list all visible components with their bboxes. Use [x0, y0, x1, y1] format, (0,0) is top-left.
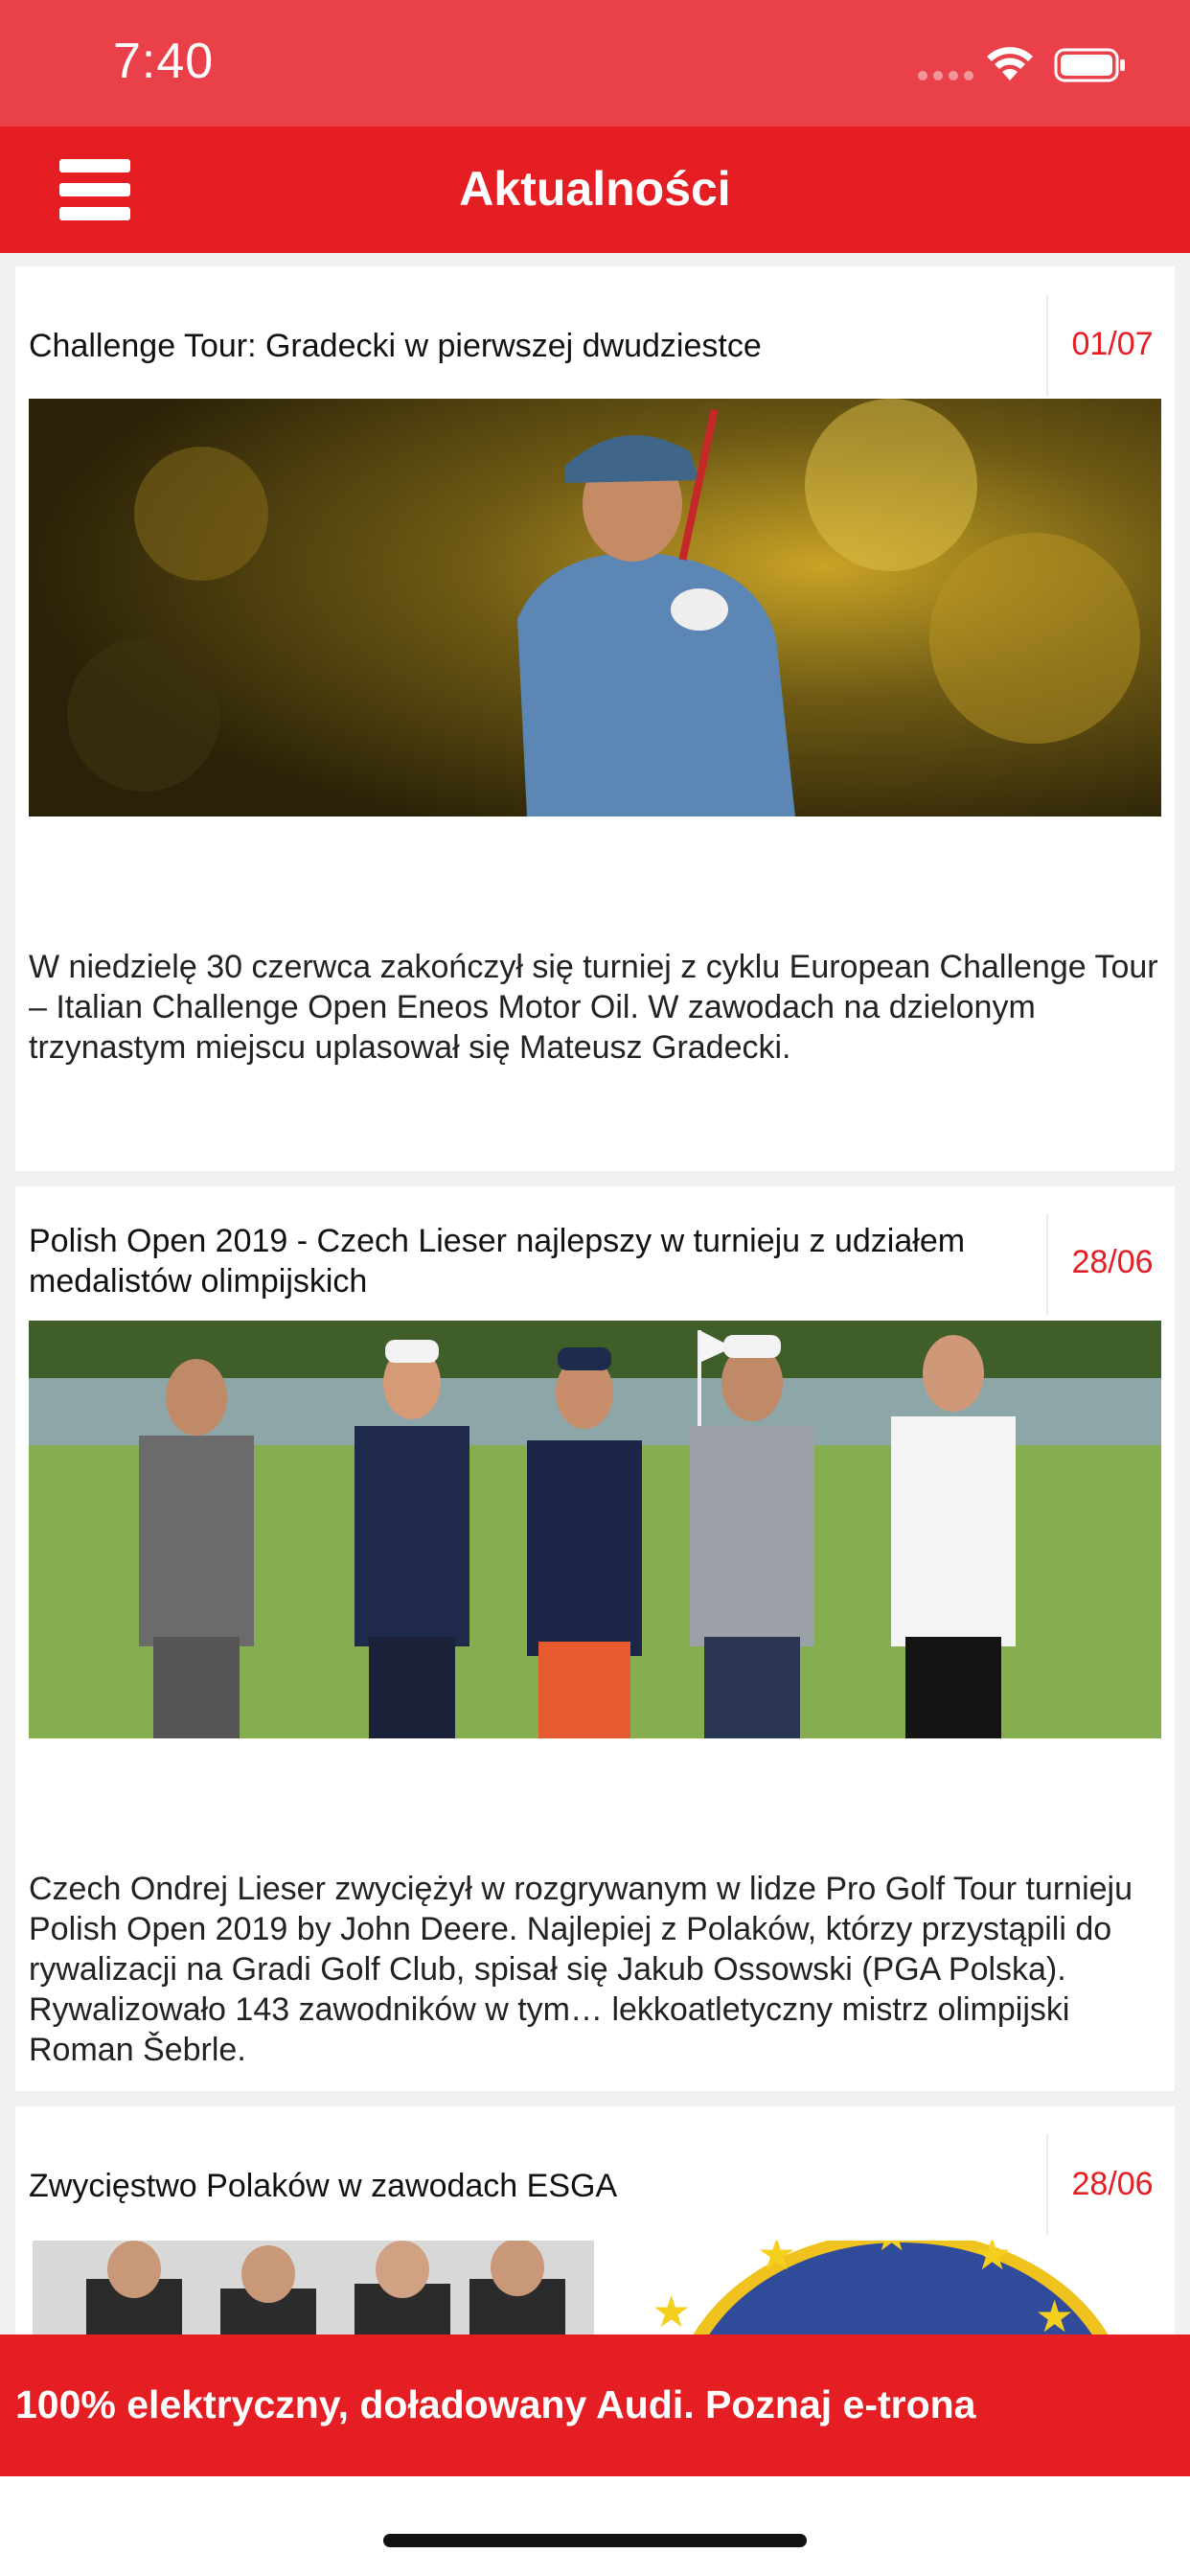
status-bar: 7:40 [0, 0, 1190, 126]
news-card-date: 28/06 [1071, 1244, 1154, 1280]
news-card[interactable]: Polish Open 2019 - Czech Lieser najlepsz… [15, 1186, 1175, 2091]
news-card-title[interactable]: Polish Open 2019 - Czech Lieser najlepsz… [29, 1221, 1025, 1301]
golfer-swing-photo [29, 399, 1161, 816]
news-card-title[interactable]: Challenge Tour: Gradecki w pierwszej dwu… [29, 326, 1025, 366]
card-divider [1046, 1213, 1048, 1315]
svg-text:★: ★ [872, 2241, 911, 2261]
status-time: 7:40 [113, 34, 215, 89]
news-card-date: 01/07 [1071, 326, 1154, 362]
card-divider [1046, 2133, 1048, 2235]
golfers-group-photo [29, 1321, 1161, 1738]
page-title: Aktualności [459, 162, 731, 216]
card-divider [1046, 295, 1048, 397]
battery-icon [1054, 48, 1125, 82]
wifi-icon [987, 47, 1033, 80]
news-card-image[interactable] [29, 1321, 1161, 1738]
svg-text:★: ★ [652, 2286, 691, 2337]
news-card-excerpt: W niedzielę 30 czerwca zakończył się tur… [29, 949, 1158, 1066]
news-card[interactable]: Challenge Tour: Gradecki w pierwszej dwu… [15, 266, 1175, 1171]
home-indicator-area [0, 2476, 1190, 2576]
home-indicator[interactable] [383, 2534, 807, 2547]
news-card-excerpt: Czech Ondrej Lieser zwyciężył w rozgrywa… [29, 1871, 1133, 2068]
navigation-bar: Aktualności [0, 126, 1190, 253]
cellular-signal-icon [918, 71, 973, 80]
news-card-image[interactable] [29, 399, 1161, 816]
news-card-title[interactable]: Zwycięstwo Polaków w zawodach ESGA [29, 2166, 1025, 2206]
svg-text:★: ★ [973, 2241, 1012, 2280]
ad-banner[interactable]: 100% elektryczny, doładowany Audi. Pozna… [0, 2334, 1190, 2476]
ad-banner-text[interactable]: 100% elektryczny, doładowany Audi. Pozna… [15, 2382, 975, 2427]
svg-text:★: ★ [757, 2241, 796, 2280]
news-card-date: 28/06 [1071, 2166, 1154, 2202]
news-card[interactable]: Zwycięstwo Polaków w zawodach ESGA 28/06… [15, 2106, 1175, 2356]
